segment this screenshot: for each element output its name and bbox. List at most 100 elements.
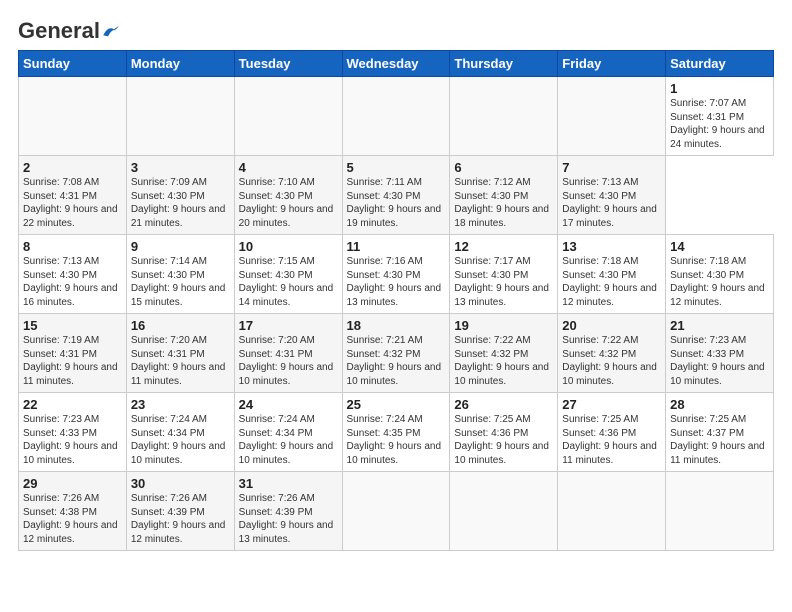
empty-cell [19,77,127,156]
day-number: 19 [454,318,553,333]
calendar-cell: 26 Sunrise: 7:25 AMSunset: 4:36 PMDayligh… [450,393,558,472]
day-info: Sunrise: 7:25 AMSunset: 4:36 PMDaylight:… [562,414,657,466]
calendar-cell [666,472,774,551]
empty-cell [342,77,450,156]
day-info: Sunrise: 7:18 AMSunset: 4:30 PMDaylight:… [562,256,657,308]
day-header-monday: Monday [126,51,234,77]
calendar-cell: 11 Sunrise: 7:16 AMSunset: 4:30 PMDayligh… [342,235,450,314]
day-number: 4 [239,160,338,175]
calendar-cell: 5Sunrise: 7:11 AMSunset: 4:30 PMDaylight… [342,156,450,235]
day-number: 5 [347,160,446,175]
day-number: 1 [670,81,769,96]
day-number: 28 [670,397,769,412]
header: General [18,18,774,40]
day-number: 16 [131,318,230,333]
calendar-cell: 6 Sunrise: 7:12 AMSunset: 4:30 PMDaylight… [450,156,558,235]
day-info: Sunrise: 7:23 AMSunset: 4:33 PMDaylight:… [670,335,765,387]
day-number: 24 [239,397,338,412]
day-info: Sunrise: 7:15 AMSunset: 4:30 PMDaylight:… [239,256,334,308]
day-info: Sunrise: 7:21 AMSunset: 4:32 PMDaylight:… [347,335,442,387]
calendar-cell: 19 Sunrise: 7:22 AMSunset: 4:32 PMDayligh… [450,314,558,393]
day-info: Sunrise: 7:12 AMSunset: 4:30 PMDaylight:… [454,177,549,229]
day-number: 13 [562,239,661,254]
calendar-cell: 24 Sunrise: 7:24 AMSunset: 4:34 PMDayligh… [234,393,342,472]
day-info: Sunrise: 7:24 AMSunset: 4:35 PMDaylight:… [347,414,442,466]
day-info: Sunrise: 7:16 AMSunset: 4:30 PMDaylight:… [347,256,442,308]
day-number: 23 [131,397,230,412]
calendar-header-row: SundayMondayTuesdayWednesdayThursdayFrid… [19,51,774,77]
calendar-cell: 31Sunrise: 7:26 AMSunset: 4:39 PMDayligh… [234,472,342,551]
day-info: Sunrise: 7:25 AMSunset: 4:37 PMDaylight:… [670,414,765,466]
day-number: 9 [131,239,230,254]
day-info: Sunrise: 7:22 AMSunset: 4:32 PMDaylight:… [454,335,549,387]
calendar-cell: 27 Sunrise: 7:25 AMSunset: 4:36 PMDayligh… [558,393,666,472]
calendar-cell: 30 Sunrise: 7:26 AMSunset: 4:39 PMDayligh… [126,472,234,551]
day-number: 7 [562,160,661,175]
day-number: 6 [454,160,553,175]
calendar-cell: 21 Sunrise: 7:23 AMSunset: 4:33 PMDayligh… [666,314,774,393]
calendar-table: SundayMondayTuesdayWednesdayThursdayFrid… [18,50,774,551]
calendar-cell: 1 Sunrise: 7:07 AMSunset: 4:31 PMDaylight… [666,77,774,156]
calendar-row: 1 Sunrise: 7:07 AMSunset: 4:31 PMDaylight… [19,77,774,156]
calendar-cell: 14 Sunrise: 7:18 AMSunset: 4:30 PMDayligh… [666,235,774,314]
day-number: 27 [562,397,661,412]
calendar-row: 29 Sunrise: 7:26 AMSunset: 4:38 PMDayligh… [19,472,774,551]
calendar-cell: 28 Sunrise: 7:25 AMSunset: 4:37 PMDayligh… [666,393,774,472]
calendar-body: 1 Sunrise: 7:07 AMSunset: 4:31 PMDaylight… [19,77,774,551]
calendar-cell: 7 Sunrise: 7:13 AMSunset: 4:30 PMDaylight… [558,156,666,235]
day-number: 21 [670,318,769,333]
empty-cell [126,77,234,156]
day-info: Sunrise: 7:26 AMSunset: 4:39 PMDaylight:… [131,493,226,545]
day-header-saturday: Saturday [666,51,774,77]
day-info: Sunrise: 7:20 AMSunset: 4:31 PMDaylight:… [239,335,334,387]
day-number: 11 [347,239,446,254]
day-header-thursday: Thursday [450,51,558,77]
day-number: 14 [670,239,769,254]
calendar-cell: 12Sunrise: 7:17 AMSunset: 4:30 PMDayligh… [450,235,558,314]
calendar-row: 2 Sunrise: 7:08 AMSunset: 4:31 PMDaylight… [19,156,774,235]
day-info: Sunrise: 7:13 AMSunset: 4:30 PMDaylight:… [562,177,657,229]
page: General SundayMondayTuesdayWednesdayThur… [0,0,792,612]
logo-bird-icon [102,24,120,38]
calendar-cell: 10 Sunrise: 7:15 AMSunset: 4:30 PMDayligh… [234,235,342,314]
calendar-cell: 29 Sunrise: 7:26 AMSunset: 4:38 PMDayligh… [19,472,127,551]
day-number: 10 [239,239,338,254]
day-info: Sunrise: 7:18 AMSunset: 4:30 PMDaylight:… [670,256,765,308]
calendar-row: 15 Sunrise: 7:19 AMSunset: 4:31 PMDayligh… [19,314,774,393]
day-number: 2 [23,160,122,175]
day-info: Sunrise: 7:09 AMSunset: 4:30 PMDaylight:… [131,177,226,229]
day-info: Sunrise: 7:17 AMSunset: 4:30 PMDaylight:… [454,256,549,308]
day-info: Sunrise: 7:13 AMSunset: 4:30 PMDaylight:… [23,256,118,308]
calendar-cell: 22Sunrise: 7:23 AMSunset: 4:33 PMDayligh… [19,393,127,472]
day-number: 3 [131,160,230,175]
day-info: Sunrise: 7:07 AMSunset: 4:31 PMDaylight:… [670,98,765,150]
day-number: 15 [23,318,122,333]
day-info: Sunrise: 7:19 AMSunset: 4:31 PMDaylight:… [23,335,118,387]
day-number: 30 [131,476,230,491]
logo: General [18,18,120,40]
day-info: Sunrise: 7:20 AMSunset: 4:31 PMDaylight:… [131,335,226,387]
day-number: 8 [23,239,122,254]
calendar-row: 8 Sunrise: 7:13 AMSunset: 4:30 PMDaylight… [19,235,774,314]
empty-cell [558,77,666,156]
day-number: 29 [23,476,122,491]
empty-cell [450,77,558,156]
day-info: Sunrise: 7:23 AMSunset: 4:33 PMDaylight:… [23,414,118,466]
day-header-friday: Friday [558,51,666,77]
calendar-cell: 16 Sunrise: 7:20 AMSunset: 4:31 PMDayligh… [126,314,234,393]
day-info: Sunrise: 7:24 AMSunset: 4:34 PMDaylight:… [239,414,334,466]
empty-cell [234,77,342,156]
calendar-cell [450,472,558,551]
day-number: 26 [454,397,553,412]
calendar-cell: 4Sunrise: 7:10 AMSunset: 4:30 PMDaylight… [234,156,342,235]
calendar-cell: 25Sunrise: 7:24 AMSunset: 4:35 PMDayligh… [342,393,450,472]
calendar-cell: 17Sunrise: 7:20 AMSunset: 4:31 PMDayligh… [234,314,342,393]
calendar-cell: 20Sunrise: 7:22 AMSunset: 4:32 PMDayligh… [558,314,666,393]
day-header-sunday: Sunday [19,51,127,77]
day-info: Sunrise: 7:24 AMSunset: 4:34 PMDaylight:… [131,414,226,466]
day-header-wednesday: Wednesday [342,51,450,77]
day-info: Sunrise: 7:26 AMSunset: 4:38 PMDaylight:… [23,493,118,545]
day-info: Sunrise: 7:25 AMSunset: 4:36 PMDaylight:… [454,414,549,466]
day-info: Sunrise: 7:08 AMSunset: 4:31 PMDaylight:… [23,177,118,229]
calendar-cell [558,472,666,551]
